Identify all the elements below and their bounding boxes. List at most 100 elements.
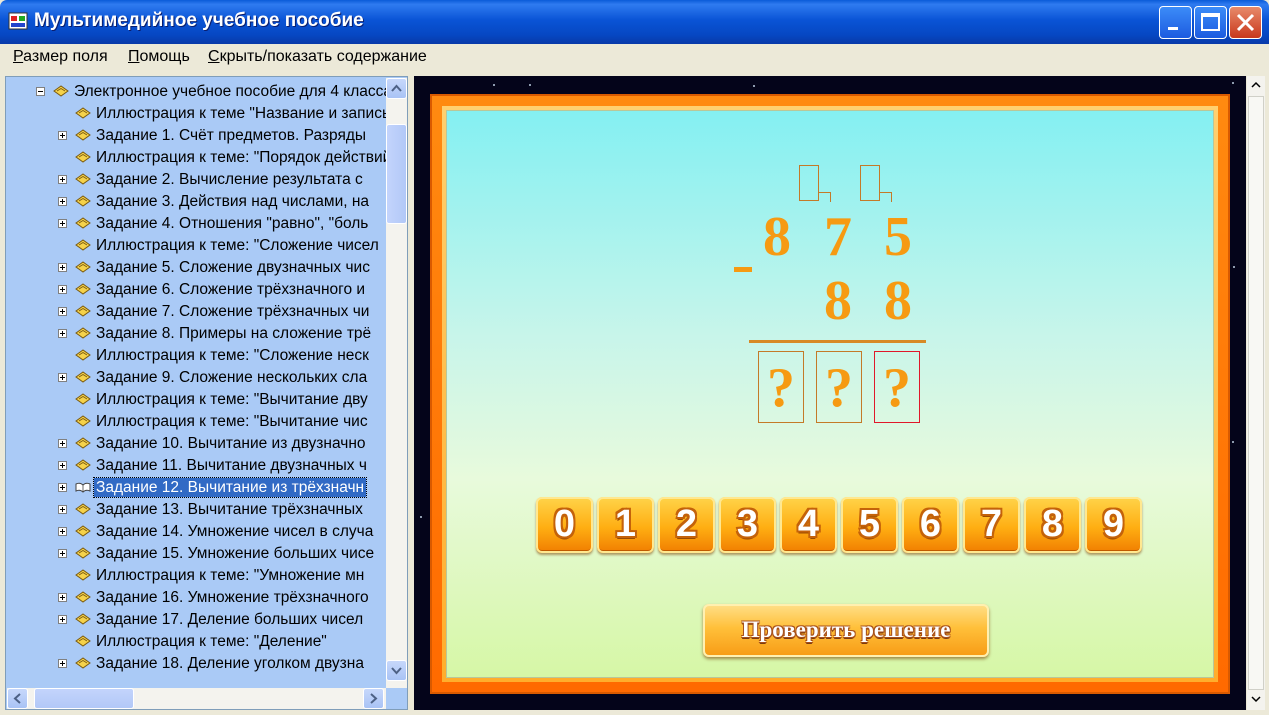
maximize-button[interactable] xyxy=(1194,6,1227,39)
tree-item[interactable]: Задание 16. Умножение трёхзначного xyxy=(6,587,381,609)
tree-item[interactable]: Задание 4. Отношения "равно", "боль xyxy=(6,213,381,235)
tree-item-label: Задание 18. Деление уголком двузна xyxy=(96,655,364,672)
expand-icon[interactable] xyxy=(58,131,67,140)
tree-item[interactable]: Задание 11. Вычитание двузначных ч xyxy=(6,455,381,477)
main-vertical-scrollbar[interactable] xyxy=(1247,76,1265,710)
tree-item-label: Иллюстрация к теме: "Сложение неск xyxy=(96,347,369,364)
menu-help[interactable]: Помощь xyxy=(128,48,190,66)
expand-icon[interactable] xyxy=(58,329,67,338)
digit-button-3[interactable]: 3 xyxy=(719,497,776,553)
digit-button-label: 0 xyxy=(553,503,576,545)
tree-item[interactable]: Задание 9. Сложение нескольких сла xyxy=(6,367,381,389)
tree-item[interactable]: Иллюстрация к теме: "Сложение чисел xyxy=(6,235,381,257)
tree-item[interactable]: Задание 2. Вычисление результата с xyxy=(6,169,381,191)
star xyxy=(753,85,755,87)
book-icon xyxy=(75,172,91,186)
expand-icon[interactable] xyxy=(58,527,67,536)
book-icon xyxy=(75,414,91,428)
expand-icon[interactable] xyxy=(58,219,67,228)
tree-item[interactable]: Задание 3. Действия над числами, на xyxy=(6,191,381,213)
tree-item[interactable]: Иллюстрация к теме: "Деление" xyxy=(6,631,381,653)
tree-item[interactable]: Задание 14. Умножение чисел в случа xyxy=(6,521,381,543)
tree-item[interactable]: Иллюстрация к теме: "Сложение неск xyxy=(6,345,381,367)
digit-button-label: 3 xyxy=(736,503,759,545)
window-title: Мультимедийное учебное пособие xyxy=(34,10,364,31)
expand-icon[interactable] xyxy=(58,593,67,602)
digit-button-2[interactable]: 2 xyxy=(658,497,715,553)
menu-field-size[interactable]: Размер поля xyxy=(13,48,108,66)
tree-item[interactable]: Иллюстрация к теме: "Порядок действий xyxy=(6,147,391,169)
expand-icon[interactable] xyxy=(58,373,67,382)
answer-box-active[interactable]: ? xyxy=(874,351,920,423)
tree-item[interactable]: Задание 17. Деление больших чисел xyxy=(6,609,381,631)
tree-item[interactable]: Задание 13. Вычитание трёхзначных xyxy=(6,499,381,521)
expand-icon[interactable] xyxy=(58,197,67,206)
tree-scroll-thumb[interactable] xyxy=(386,124,407,224)
digit-button-1[interactable]: 1 xyxy=(597,497,654,553)
tree-item[interactable]: Задание 5. Сложение двузначных чис xyxy=(6,257,381,279)
expand-icon[interactable] xyxy=(58,505,67,514)
tree-horizontal-scrollbar[interactable] xyxy=(7,688,386,709)
tree-item[interactable]: Задание 18. Деление уголком двузна xyxy=(6,653,381,675)
expand-icon[interactable] xyxy=(58,461,67,470)
scroll-down-button[interactable] xyxy=(386,660,407,681)
tree-item[interactable]: Иллюстрация к теме: "Умножение мн xyxy=(6,565,381,587)
check-solution-button[interactable]: Проверить решение xyxy=(703,604,989,657)
digit-button-4[interactable]: 4 xyxy=(780,497,837,553)
tree-item-label: Задание 12. Вычитание из трёхзначн xyxy=(92,477,368,498)
tree-item[interactable]: Задание 12. Вычитание из трёхзначн xyxy=(6,477,381,499)
menu-toggle-contents[interactable]: Скрыть/показать содержание xyxy=(208,48,427,66)
star xyxy=(529,84,531,86)
tree-item-label: Задание 14. Умножение чисел в случа xyxy=(96,523,374,540)
tree-item[interactable]: Задание 6. Сложение трёхзначного и xyxy=(6,279,381,301)
main-scroll-thumb[interactable] xyxy=(1248,96,1264,690)
tree-item[interactable]: Задание 15. Умножение больших чисе xyxy=(6,543,381,565)
close-button[interactable] xyxy=(1229,6,1262,39)
contents-tree[interactable]: Электронное учебное пособие для 4 класса… xyxy=(5,76,408,710)
expand-icon[interactable] xyxy=(58,307,67,316)
check-solution-label: Проверить решение xyxy=(741,617,951,642)
collapse-icon[interactable] xyxy=(36,87,45,96)
answer-box[interactable]: ? xyxy=(758,351,804,423)
expand-icon[interactable] xyxy=(58,615,67,624)
digit-button-6[interactable]: 6 xyxy=(902,497,959,553)
expand-icon[interactable] xyxy=(58,175,67,184)
scroll-up-button[interactable] xyxy=(386,78,407,99)
tree-hscroll-thumb[interactable] xyxy=(34,688,134,709)
chevron-down-icon xyxy=(391,667,402,675)
expand-icon[interactable] xyxy=(58,483,67,492)
tree-item-label: Задание 15. Умножение больших чисе xyxy=(96,545,375,562)
title-bar[interactable]: Мультимедийное учебное пособие xyxy=(0,0,1269,44)
digit-button-8[interactable]: 8 xyxy=(1024,497,1081,553)
digit-button-9[interactable]: 9 xyxy=(1085,497,1142,553)
chevron-down-icon[interactable] xyxy=(1247,690,1265,708)
tree-item[interactable]: Задание 10. Вычитание из двузначно xyxy=(6,433,381,455)
tree-vertical-scrollbar[interactable] xyxy=(386,78,407,688)
carry-box[interactable] xyxy=(860,165,880,201)
book-icon xyxy=(53,84,69,98)
tree-item[interactable]: Иллюстрация к теме: "Вычитание чис xyxy=(6,411,381,433)
answer-box[interactable]: ? xyxy=(816,351,862,423)
expand-icon[interactable] xyxy=(58,285,67,294)
expand-icon[interactable] xyxy=(58,439,67,448)
book-icon xyxy=(75,216,91,230)
scroll-right-button[interactable] xyxy=(363,688,384,709)
carry-box[interactable] xyxy=(799,165,819,201)
tree-item[interactable]: Задание 7. Сложение трёхзначных чи xyxy=(6,301,381,323)
tree-item[interactable]: Задание 8. Примеры на сложение трё xyxy=(6,323,381,345)
carry-connector xyxy=(880,192,892,202)
digit-button-5[interactable]: 5 xyxy=(841,497,898,553)
tree-item[interactable]: Иллюстрация к теме: "Вычитание дву xyxy=(6,389,381,411)
digit-button-7[interactable]: 7 xyxy=(963,497,1020,553)
expand-icon[interactable] xyxy=(58,263,67,272)
scroll-left-button[interactable] xyxy=(7,688,28,709)
minimize-button[interactable] xyxy=(1159,6,1192,39)
expand-icon[interactable] xyxy=(58,659,67,668)
tree-item[interactable]: Иллюстрация к теме "Название и запись xyxy=(6,103,390,125)
chevron-up-icon[interactable] xyxy=(1247,76,1265,94)
digit-button-0[interactable]: 0 xyxy=(536,497,593,553)
expand-icon[interactable] xyxy=(58,549,67,558)
tree-item[interactable]: Задание 1. Счёт предметов. Разряды xyxy=(6,125,381,147)
digit-button-label: 5 xyxy=(858,503,881,545)
tree-item[interactable]: Электронное учебное пособие для 4 класса xyxy=(6,81,392,103)
